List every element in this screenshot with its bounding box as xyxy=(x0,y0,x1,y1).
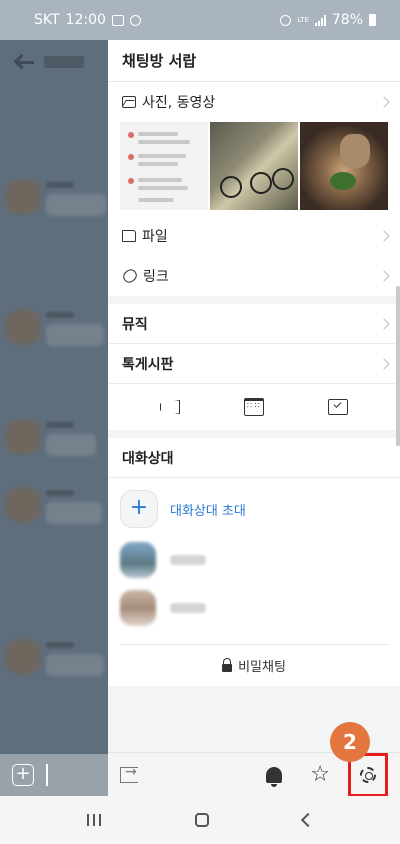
recent-apps-icon[interactable] xyxy=(87,814,101,826)
navigation-bar xyxy=(0,796,400,844)
chat-message xyxy=(6,420,96,456)
chat-message xyxy=(6,488,102,524)
secret-chat-button[interactable]: 비밀채팅 xyxy=(120,644,388,686)
member-name-blurred xyxy=(170,603,206,613)
chevron-right-icon xyxy=(378,357,390,370)
chat-message xyxy=(6,310,104,346)
vote-box-icon[interactable] xyxy=(328,399,348,415)
member-item[interactable] xyxy=(108,584,400,632)
avatar xyxy=(6,640,40,674)
star-icon[interactable]: ☆ xyxy=(310,763,330,786)
media-thumbnail[interactable] xyxy=(300,122,388,210)
clock: 12:00 xyxy=(65,12,106,28)
status-bar: SKT 12:00 LTE 78% xyxy=(0,0,400,40)
calendar-icon[interactable] xyxy=(244,398,264,416)
avatar xyxy=(6,488,40,522)
chevron-right-icon xyxy=(378,230,390,242)
chat-header xyxy=(16,56,84,68)
invite-member-button[interactable]: + 대화상대 초대 xyxy=(108,482,400,536)
lock-icon xyxy=(222,657,233,672)
avatar xyxy=(120,542,156,578)
drawer-media-section: 채팅방 서랍 사진, 동영상 파일 링크 xyxy=(108,40,400,296)
chat-background-overlay[interactable] xyxy=(0,40,108,754)
secret-chat-label: 비밀채팅 xyxy=(238,660,286,675)
exit-icon[interactable] xyxy=(120,764,138,783)
text-cursor[interactable] xyxy=(46,764,48,786)
media-thumbnail[interactable] xyxy=(120,122,208,210)
members-title: 대화상대 xyxy=(108,438,400,478)
drawer-item-label: 사진, 동영상 xyxy=(142,95,216,111)
avatar xyxy=(6,180,40,214)
drawer-item-music[interactable]: 뮤직 xyxy=(108,304,400,344)
avatar xyxy=(120,590,156,626)
drawer-item-label: 톡게시판 xyxy=(122,356,174,373)
media-thumbnails xyxy=(108,122,400,210)
quick-actions-row xyxy=(108,384,400,430)
back-arrow-icon xyxy=(16,60,34,64)
media-thumbnail[interactable] xyxy=(210,122,298,210)
signal-icon xyxy=(314,14,326,26)
drawer-item-files[interactable]: 파일 xyxy=(108,216,400,256)
step-number-badge: 2 xyxy=(330,722,370,762)
drawer-title: 채팅방 서랍 xyxy=(108,40,400,82)
app-notification-icon xyxy=(129,14,141,26)
gear-icon[interactable] xyxy=(360,766,376,783)
megaphone-icon[interactable] xyxy=(160,400,180,414)
section-divider xyxy=(108,430,400,438)
gallery-notification-icon xyxy=(111,14,124,26)
battery-percent: 78% xyxy=(331,12,363,28)
plus-icon: + xyxy=(120,490,158,528)
chat-message xyxy=(6,640,104,676)
chat-input-bar: + xyxy=(0,754,108,796)
folder-icon xyxy=(122,230,136,242)
member-item[interactable] xyxy=(108,536,400,584)
drawer-item-board[interactable]: 톡게시판 xyxy=(108,344,400,384)
chat-message xyxy=(6,180,106,216)
network-type: LTE xyxy=(297,15,309,24)
carrier-label: SKT xyxy=(34,12,60,28)
drawer-item-label: 파일 xyxy=(142,229,168,245)
back-icon[interactable] xyxy=(300,812,316,828)
member-name-blurred xyxy=(170,555,206,565)
attach-plus-button[interactable]: + xyxy=(12,764,34,786)
invite-label: 대화상대 초대 xyxy=(170,503,246,519)
avatar xyxy=(6,420,40,454)
scrollbar[interactable] xyxy=(396,286,400,446)
battery-icon xyxy=(369,14,376,26)
chevron-right-icon xyxy=(378,317,390,330)
members-section: 대화상대 + 대화상대 초대 비밀채팅 xyxy=(108,438,400,686)
drawer-item-photos[interactable]: 사진, 동영상 xyxy=(108,82,400,122)
status-left: SKT 12:00 xyxy=(34,12,141,28)
home-icon[interactable] xyxy=(195,813,209,827)
mute-icon xyxy=(280,14,292,26)
avatar xyxy=(6,310,40,344)
drawer-item-label: 뮤직 xyxy=(122,316,148,333)
chevron-right-icon xyxy=(378,96,390,108)
drawer-item-label: 링크 xyxy=(143,269,169,285)
chat-drawer-panel: 채팅방 서랍 사진, 동영상 파일 링크 뮤직 톡게시판 ∷ ∷ 대화상대 + … xyxy=(108,40,400,796)
section-divider xyxy=(108,296,400,304)
bell-icon[interactable] xyxy=(266,766,283,787)
chat-title-blurred xyxy=(44,56,84,68)
link-icon xyxy=(120,266,140,286)
photo-icon xyxy=(122,96,136,108)
drawer-item-links[interactable]: 링크 xyxy=(108,256,400,296)
drawer-extras-section: 뮤직 톡게시판 xyxy=(108,304,400,430)
chevron-right-icon xyxy=(378,270,390,282)
status-right: LTE 78% xyxy=(280,12,376,28)
